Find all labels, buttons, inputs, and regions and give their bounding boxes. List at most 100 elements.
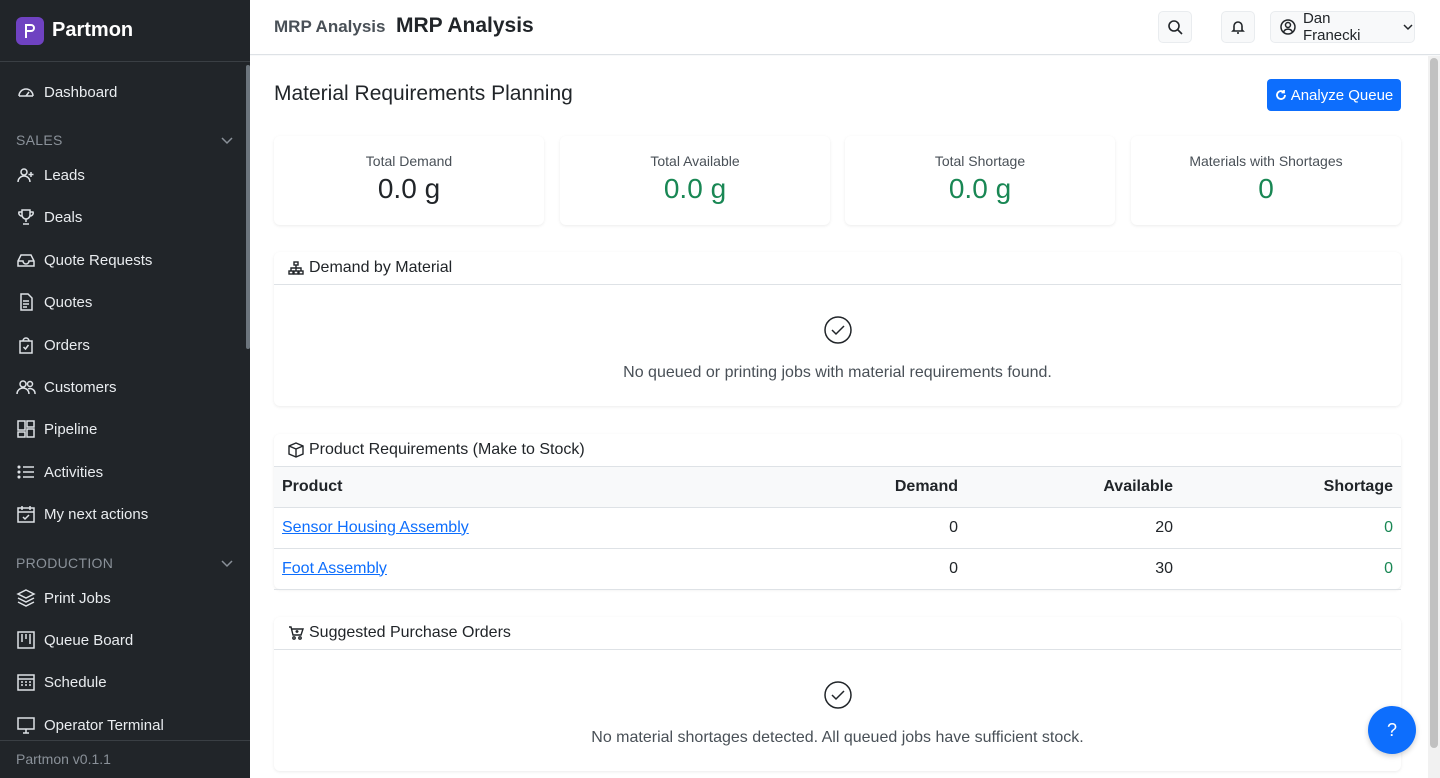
sidebar-item-label: Customers: [44, 378, 117, 396]
bell-icon: [1231, 21, 1245, 34]
search-button[interactable]: [1158, 11, 1192, 43]
sidebar-item-label: Orders: [44, 336, 90, 354]
document-icon: [20, 293, 33, 311]
sidebar-item-dashboard[interactable]: Dashboard: [16, 77, 117, 107]
calendar-icon: [17, 674, 35, 691]
main-content: Material Requirements Planning Analyze Q…: [250, 56, 1440, 778]
sidebar-section-production[interactable]: PRODUCTION: [16, 555, 234, 571]
product-link[interactable]: Sensor Housing Assembly: [282, 519, 469, 536]
sidebar-item-schedule[interactable]: Schedule: [16, 667, 107, 697]
topbar: MRP Analysis MRP Analysis Dan Franecki: [250, 0, 1440, 55]
available-cell: 30: [966, 548, 1181, 590]
stat-value: 0: [1258, 173, 1274, 204]
stat-card-materials-with-shortages: Materials with Shortages 0: [1131, 136, 1401, 225]
sidebar-item-label: Activities: [44, 463, 104, 481]
empty-state-text: No material shortages detected. All queu…: [591, 729, 1084, 746]
stat-value: 0.0 g: [948, 173, 1012, 204]
panel-header: Product Requirements (Make to Stock): [274, 434, 1401, 467]
demand-by-material-panel: Demand by Material No queued or printing…: [274, 252, 1401, 406]
stat-label: Total Available: [650, 153, 740, 169]
user-circle-icon: [1280, 19, 1296, 35]
check-circle-icon: [823, 681, 852, 709]
page-heading: Material Requirements Planning: [274, 82, 573, 105]
sidebar-item-leads[interactable]: Leads: [16, 160, 85, 190]
empty-state: No queued or printing jobs with material…: [274, 285, 1401, 382]
sidebar-item-print-jobs[interactable]: Print Jobs: [16, 583, 111, 613]
sidebar-item-quote-requests[interactable]: Quote Requests: [16, 245, 152, 275]
sidebar: Partmon Dashboard SALES Leads Deals Quot…: [0, 0, 250, 778]
column-header-product: Product: [274, 467, 772, 508]
people-icon: [16, 380, 36, 395]
sidebar-item-operator-terminal[interactable]: Operator Terminal: [16, 710, 164, 740]
stat-card-total-available: Total Available 0.0 g: [560, 136, 830, 225]
refresh-icon: [1275, 90, 1286, 100]
scrollbar-thumb[interactable]: [1430, 58, 1438, 748]
sidebar-item-label: Queue Board: [44, 631, 134, 649]
sidebar-item-orders[interactable]: Orders: [16, 330, 90, 360]
person-add-icon: [17, 168, 34, 183]
chevron-down-icon: [221, 137, 233, 145]
table-header-row: Product Demand Available Shortage: [274, 467, 1401, 508]
sidebar-item-label: Dashboard: [44, 83, 118, 101]
shortage-cell: 0: [1181, 548, 1401, 590]
check-circle-icon: [823, 316, 852, 344]
demand-cell: 0: [771, 548, 966, 590]
notifications-button[interactable]: [1221, 11, 1255, 43]
kanban-board-icon: [17, 631, 35, 649]
brand[interactable]: Partmon: [0, 0, 250, 62]
panel-title: Suggested Purchase Orders: [309, 624, 511, 641]
layers-icon: [16, 589, 36, 607]
sidebar-item-label: Operator Terminal: [44, 716, 164, 734]
analyze-queue-button[interactable]: Analyze Queue: [1267, 79, 1401, 111]
brand-name: Partmon: [52, 19, 134, 41]
user-name: Dan Franecki: [1302, 10, 1361, 44]
demand-cell: 0: [771, 507, 966, 549]
stat-value: 0.0 g: [377, 173, 441, 204]
stat-label: Materials with Shortages: [1189, 153, 1343, 169]
sidebar-item-label: Print Jobs: [44, 589, 111, 607]
user-menu-button[interactable]: Dan Franecki: [1270, 10, 1415, 44]
diagram-icon: [288, 261, 304, 275]
trophy-icon: [18, 209, 34, 225]
chevron-down-icon: [221, 560, 233, 568]
panel-header: Demand by Material: [274, 252, 1401, 285]
panel-title: Product Requirements (Make to Stock): [309, 441, 585, 458]
column-header-available: Available: [966, 467, 1181, 508]
sidebar-item-deals[interactable]: Deals: [16, 202, 82, 232]
sidebar-item-pipeline[interactable]: Pipeline: [16, 414, 97, 444]
search-icon: [1168, 20, 1183, 35]
product-link[interactable]: Foot Assembly: [282, 560, 387, 577]
stat-value: 0.0 g: [663, 173, 727, 204]
partmon-logo-icon: [16, 16, 44, 45]
section-label: PRODUCTION: [16, 555, 114, 571]
sidebar-item-activities[interactable]: Activities: [16, 457, 103, 487]
table-row: Foot Assembly 0 30 0: [274, 548, 1401, 590]
cart-icon: [289, 626, 304, 640]
sidebar-item-quotes[interactable]: Quotes: [16, 287, 92, 317]
sidebar-item-my-next-actions[interactable]: My next actions: [16, 499, 148, 529]
available-cell: 20: [966, 507, 1181, 549]
main-scrollbar[interactable]: [1428, 56, 1440, 778]
product-requirements-table: Product Demand Available Shortage Sensor…: [274, 467, 1401, 590]
sidebar-section-sales[interactable]: SALES: [16, 132, 234, 148]
monitor-icon: [17, 717, 35, 734]
sidebar-item-queue-board[interactable]: Queue Board: [16, 625, 133, 655]
panel-header: Suggested Purchase Orders: [274, 617, 1401, 650]
stat-card-total-demand: Total Demand 0.0 g: [274, 136, 544, 225]
empty-state: No material shortages detected. All queu…: [274, 650, 1401, 747]
empty-state-text: No queued or printing jobs with material…: [623, 364, 1052, 381]
calendar-check-icon: [17, 506, 35, 523]
column-header-demand: Demand: [771, 467, 966, 508]
box-icon: [288, 442, 304, 458]
sidebar-item-label: Schedule: [44, 673, 107, 691]
sidebar-item-label: My next actions: [44, 505, 149, 523]
stat-card-total-shortage: Total Shortage 0.0 g: [845, 136, 1115, 225]
list-icon: [17, 465, 34, 479]
sidebar-item-label: Pipeline: [44, 420, 98, 438]
stat-label: Total Shortage: [934, 153, 1026, 169]
analyze-queue-label: Analyze Queue: [1290, 86, 1394, 104]
breadcrumb[interactable]: MRP Analysis: [274, 17, 386, 37]
product-requirements-panel: Product Requirements (Make to Stock) Pro…: [274, 434, 1401, 590]
sidebar-item-customers[interactable]: Customers: [16, 372, 117, 402]
help-button[interactable]: ?: [1368, 706, 1416, 754]
